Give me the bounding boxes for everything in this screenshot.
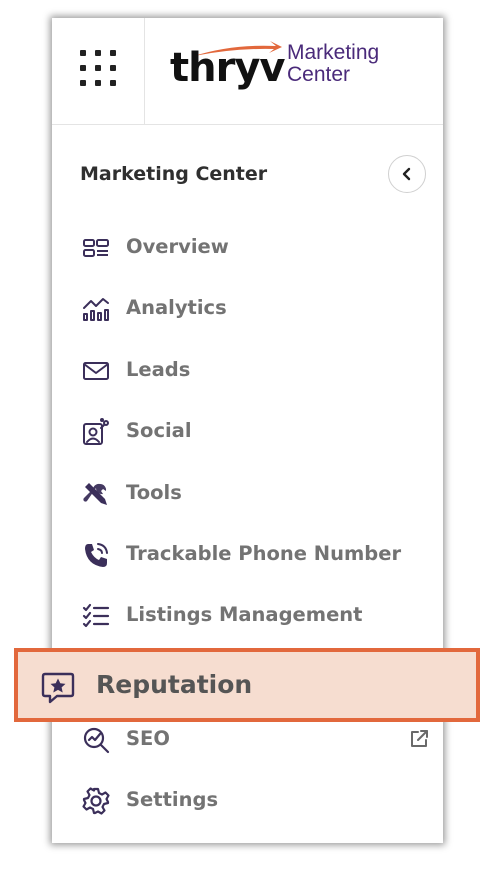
nav-item-social[interactable]: Social	[52, 406, 443, 456]
nav-label-analytics: Analytics	[126, 296, 227, 319]
logo-wordmark: thryv	[170, 45, 285, 91]
nav-item-tools[interactable]: Tools	[52, 468, 443, 518]
social-icon	[83, 418, 109, 445]
nav-item-settings[interactable]: Settings	[52, 775, 443, 825]
star-message-icon	[41, 672, 75, 704]
tools-icon	[83, 483, 107, 505]
nav-label-settings: Settings	[126, 788, 219, 811]
nav-label-overview: Overview	[126, 235, 229, 258]
external-link-icon[interactable]	[408, 728, 430, 750]
nav-label-leads: Leads	[126, 358, 191, 381]
app-grid-icon	[80, 50, 116, 86]
app-launcher-button[interactable]	[52, 18, 145, 124]
seo-icon	[83, 727, 110, 754]
phone-icon	[85, 543, 108, 567]
collapse-sidebar-button[interactable]	[388, 155, 426, 193]
nav-label-reputation: Reputation	[96, 670, 253, 699]
nav-label-listings-management: Listings Management	[126, 603, 363, 626]
nav-item-analytics[interactable]: Analytics	[52, 283, 443, 333]
nav-item-trackable-phone-number[interactable]: Trackable Phone Number	[52, 529, 443, 579]
thryv-logo[interactable]: thryv Marketing Center	[170, 40, 400, 100]
nav-item-leads[interactable]: Leads	[52, 345, 443, 395]
nav-label-tools: Tools	[126, 481, 182, 504]
checklist-icon	[82, 603, 110, 628]
sidebar-header: thryv Marketing Center	[52, 18, 443, 125]
nav-label-trackable-phone-number: Trackable Phone Number	[126, 542, 402, 565]
mail-icon	[83, 362, 109, 380]
nav-item-listings-management[interactable]: Listings Management	[52, 590, 443, 640]
logo-product-line2: Center	[287, 63, 351, 86]
logo-product-line1: Marketing	[287, 41, 380, 64]
chevron-left-icon	[402, 167, 411, 181]
nav-item-reputation[interactable]: Reputation	[14, 648, 480, 722]
section-title: Marketing Center	[80, 163, 268, 185]
analytics-icon	[83, 298, 109, 321]
nav-item-overview[interactable]: Overview	[52, 222, 443, 272]
gear-icon	[82, 787, 110, 815]
logo-product-name: Marketing Center	[287, 42, 379, 86]
overview-icon	[83, 239, 109, 257]
nav-label-social: Social	[126, 419, 192, 442]
